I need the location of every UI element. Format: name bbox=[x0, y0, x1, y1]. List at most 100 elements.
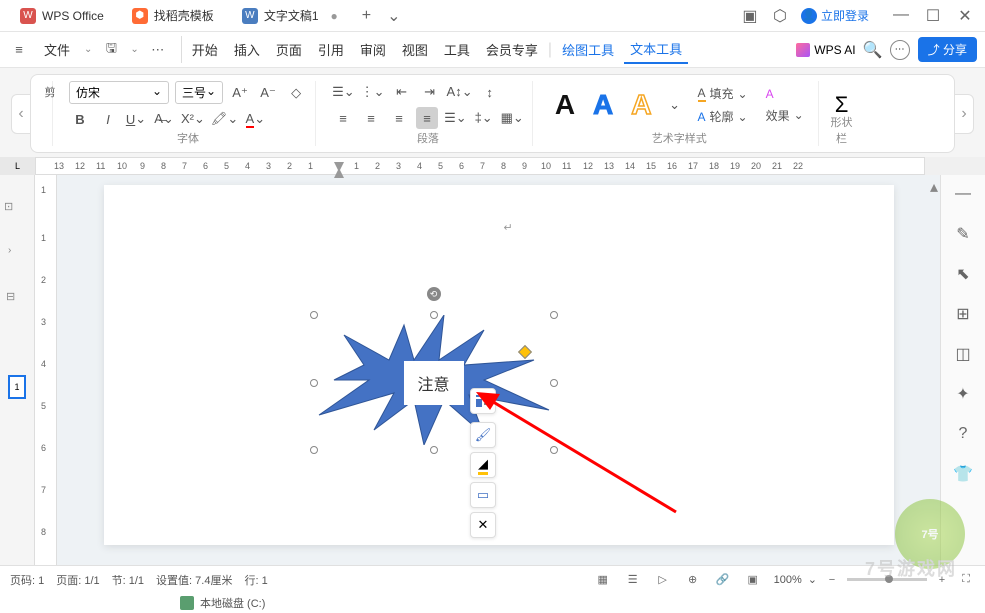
numbering-button[interactable]: ⋮⌄ bbox=[361, 81, 385, 103]
grid-icon[interactable]: ⊞ bbox=[952, 303, 974, 325]
font-family-select[interactable]: 仿宋⌄ bbox=[69, 81, 169, 104]
help-icon[interactable]: ? bbox=[952, 423, 974, 445]
resize-handle-e[interactable] bbox=[550, 379, 558, 387]
link-icon[interactable]: 🔗 bbox=[714, 571, 732, 589]
line-spacing-button[interactable]: ‡⌄ bbox=[473, 107, 495, 129]
align-left-button[interactable]: ≡ bbox=[332, 107, 354, 129]
status-page-number[interactable]: 页码: 1 bbox=[10, 572, 44, 588]
zoom-in-button[interactable]: + bbox=[933, 571, 951, 589]
toolbar-scroll-right[interactable]: › bbox=[954, 94, 974, 134]
distribute-button[interactable]: ☰⌄ bbox=[444, 107, 467, 129]
resize-handle-w[interactable] bbox=[310, 379, 318, 387]
italic-button[interactable]: I bbox=[97, 108, 119, 130]
menu-review[interactable]: 审阅 bbox=[354, 36, 392, 63]
rotate-handle[interactable]: ⟲ bbox=[427, 287, 441, 301]
search-icon[interactable]: 🔍 bbox=[864, 41, 882, 59]
document-viewport[interactable]: ↵ 注意 ⟲ ▴ bbox=[57, 175, 940, 565]
font-color-button[interactable]: A⌄ bbox=[244, 108, 266, 130]
clipboard-icon[interactable]: 剪 bbox=[39, 81, 61, 103]
text-fill-button[interactable]: A填充⌄ bbox=[692, 83, 754, 104]
menu-view[interactable]: 视图 bbox=[396, 36, 434, 63]
fill-color-button[interactable]: ◢ bbox=[470, 452, 496, 478]
wps-ai-button[interactable]: WPS AI bbox=[796, 43, 855, 57]
status-setting[interactable]: 设置值: 7.4厘米 bbox=[156, 572, 232, 588]
underline-button[interactable]: U⌄ bbox=[125, 108, 147, 130]
view-web-icon[interactable]: ⊕ bbox=[684, 571, 702, 589]
save-dropdown-icon[interactable]: ⌄ bbox=[130, 44, 138, 55]
highlight-button[interactable]: 🖍⌄ bbox=[211, 108, 238, 130]
resize-handle-ne[interactable] bbox=[550, 311, 558, 319]
zoom-dropdown-icon[interactable]: ⌄ bbox=[808, 573, 817, 586]
menu-page[interactable]: 页面 bbox=[270, 36, 308, 63]
resize-handle-se[interactable] bbox=[550, 446, 558, 454]
text-effects-button[interactable]: A bbox=[760, 85, 810, 103]
login-button[interactable]: 👤 立即登录 bbox=[801, 7, 869, 24]
view-read-icon[interactable]: ▷ bbox=[654, 571, 672, 589]
fullscreen-icon[interactable]: ⛶ bbox=[957, 571, 975, 589]
hamburger-icon[interactable]: ≡ bbox=[8, 39, 30, 61]
status-page-total[interactable]: 页面: 1/1 bbox=[56, 572, 99, 588]
shading-button[interactable]: ▦⌄ bbox=[501, 107, 524, 129]
cube-icon[interactable]: ⬡ bbox=[771, 7, 789, 25]
minus-icon[interactable]: — bbox=[952, 183, 974, 205]
strikethrough-button[interactable]: A̶⌄ bbox=[153, 108, 175, 130]
horizontal-ruler[interactable]: 13 12 11 10 9 8 7 6 5 4 3 2 1 1 2 3 4 5 … bbox=[35, 157, 925, 175]
shape-settings-button[interactable]: ✕ bbox=[470, 512, 496, 538]
wordart-more-button[interactable]: ⌄ bbox=[664, 94, 686, 116]
resize-handle-sw[interactable] bbox=[310, 446, 318, 454]
more-icon[interactable]: ⋯ bbox=[147, 39, 169, 61]
resize-handle-n[interactable] bbox=[430, 311, 438, 319]
decrease-font-icon[interactable]: A⁻ bbox=[257, 82, 279, 104]
menu-member[interactable]: 会员专享 bbox=[480, 36, 544, 63]
screenshot-icon[interactable]: ▣ bbox=[741, 7, 759, 25]
menu-tools[interactable]: 工具 bbox=[438, 36, 476, 63]
view-focus-icon[interactable]: ▣ bbox=[744, 571, 762, 589]
bullets-button[interactable]: ☰⌄ bbox=[332, 81, 355, 103]
tab-dropdown[interactable]: ⌄ bbox=[379, 6, 408, 26]
view-outline-icon[interactable]: ☰ bbox=[624, 571, 642, 589]
clear-format-icon[interactable]: ◇ bbox=[285, 82, 307, 104]
status-section[interactable]: 节: 1/1 bbox=[112, 572, 144, 588]
wordart-style-1[interactable]: A bbox=[549, 89, 581, 121]
scroll-up-button[interactable]: ▴ bbox=[930, 177, 938, 197]
tab-wps-home[interactable]: W WPS Office bbox=[8, 4, 116, 28]
zoom-level[interactable]: 100% bbox=[774, 574, 802, 586]
document-page[interactable]: ↵ 注意 ⟲ bbox=[104, 185, 894, 545]
vertical-ruler[interactable]: 1 1 2 3 4 5 6 7 8 bbox=[35, 175, 57, 565]
tab-document[interactable]: W 文字文稿1 ● bbox=[230, 3, 350, 28]
close-button[interactable]: ✕ bbox=[953, 6, 977, 26]
shapes-icon[interactable]: ◫ bbox=[952, 343, 974, 365]
tab-add-button[interactable]: + bbox=[354, 7, 379, 25]
tab-indicator[interactable]: ● bbox=[331, 9, 338, 23]
zoom-slider[interactable] bbox=[847, 578, 927, 581]
file-dropdown-icon[interactable]: ⌄ bbox=[84, 44, 92, 55]
wordart-style-3[interactable]: A bbox=[625, 89, 657, 121]
share-button[interactable]: ⤴ 分享 bbox=[918, 37, 977, 62]
shape-text-content[interactable]: 注意 bbox=[403, 361, 463, 405]
menu-start[interactable]: 开始 bbox=[186, 36, 224, 63]
save-icon[interactable]: 🖫 bbox=[100, 39, 122, 61]
bold-button[interactable]: B bbox=[69, 108, 91, 130]
cloud-sync-icon[interactable]: ⋯ bbox=[890, 40, 910, 60]
tab-templates[interactable]: ⬢ 找稻壳模板 bbox=[120, 3, 226, 28]
pencil-icon[interactable]: ✎ bbox=[952, 223, 974, 245]
explosion-shape[interactable]: 注意 ⟲ bbox=[314, 315, 554, 450]
view-print-icon[interactable]: ▦ bbox=[594, 571, 612, 589]
superscript-button[interactable]: X²⌄ bbox=[181, 108, 205, 130]
layout-options-button[interactable] bbox=[470, 388, 496, 414]
menu-insert[interactable]: 插入 bbox=[228, 36, 266, 63]
status-line[interactable]: 行: 1 bbox=[244, 572, 267, 588]
maximize-button[interactable]: ☐ bbox=[921, 6, 945, 26]
hanger-icon[interactable]: 👕 bbox=[952, 463, 974, 485]
wordart-style-2[interactable]: A bbox=[587, 89, 619, 121]
increase-font-icon[interactable]: A⁺ bbox=[229, 82, 251, 104]
font-size-select[interactable]: 三号⌄ bbox=[175, 81, 223, 104]
thumb-list-icon[interactable]: ⊟ bbox=[6, 290, 15, 303]
sparkle-icon[interactable]: ✦ bbox=[952, 383, 974, 405]
cursor-icon[interactable]: ⬉ bbox=[952, 263, 974, 285]
decrease-indent-button[interactable]: ⇤ bbox=[391, 81, 413, 103]
file-menu[interactable]: 文件 bbox=[38, 36, 76, 63]
align-right-button[interactable]: ≡ bbox=[388, 107, 410, 129]
increase-indent-button[interactable]: ⇥ bbox=[419, 81, 441, 103]
menu-reference[interactable]: 引用 bbox=[312, 36, 350, 63]
